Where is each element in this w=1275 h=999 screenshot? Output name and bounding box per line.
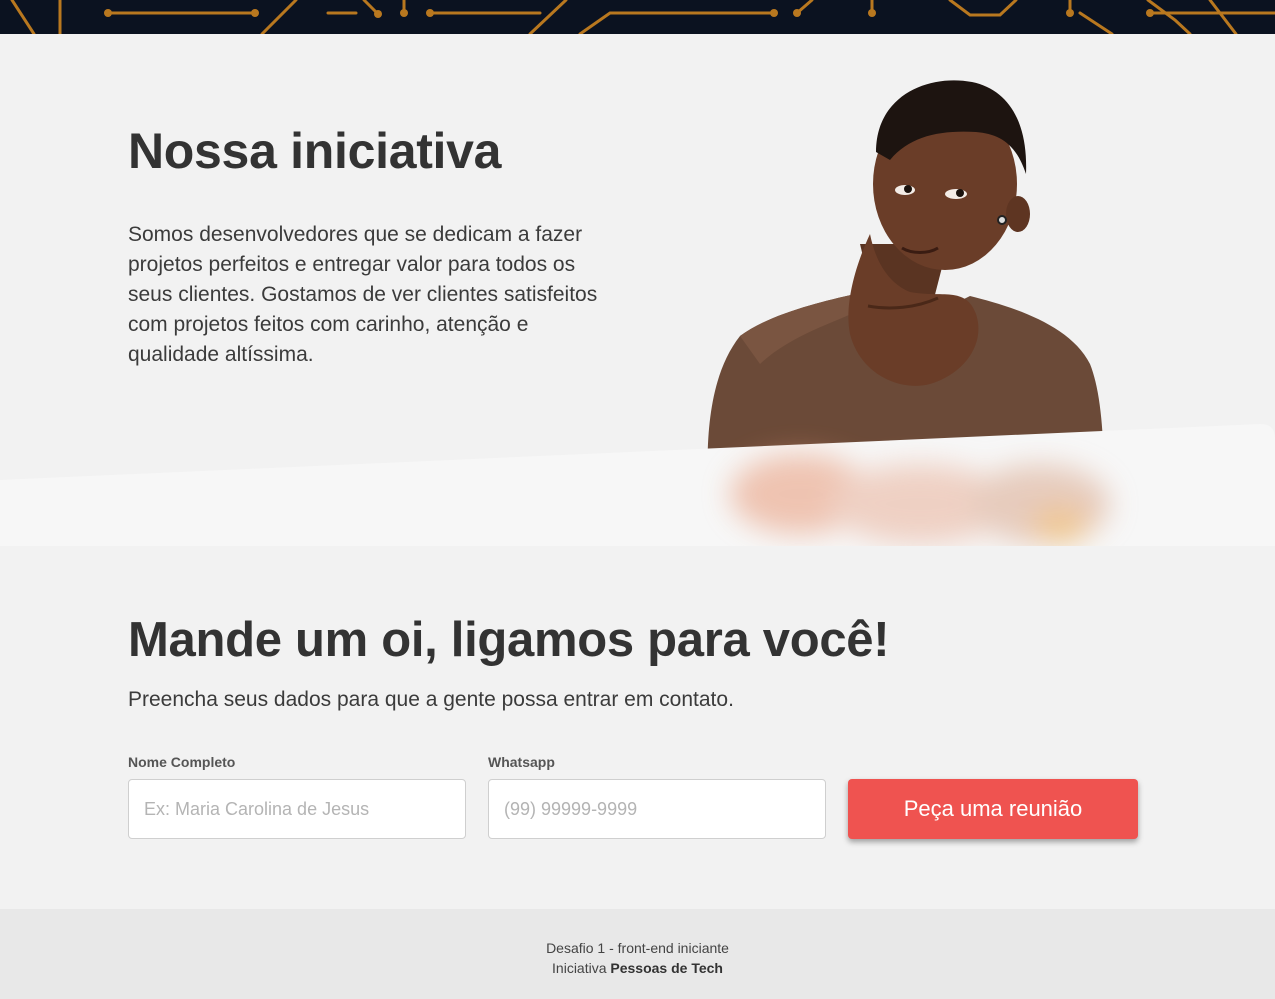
contact-subtitle: Preencha seus dados para que a gente pos… [128,688,734,711]
initiative-section: Nossa iniciativa Somos desenvolvedores q… [0,34,1275,546]
circuit-banner [0,0,1275,34]
whatsapp-input[interactable] [488,779,826,839]
footer-challenge-text: Desafio 1 - front-end iniciante [546,940,729,956]
circuit-pattern-icon [10,0,1275,34]
footer-initiative-text: Iniciativa Pessoas de Tech [0,960,1275,976]
request-meeting-button[interactable]: Peça uma reunião [848,779,1138,839]
initiative-description: Somos desenvolvedores que se dedicam a f… [128,223,598,366]
initiative-title: Nossa iniciativa [128,123,502,179]
name-input[interactable] [128,779,466,839]
contact-title: Mande um oi, ligamos para você! [128,613,890,667]
name-field-label: Nome Completo [128,754,236,770]
footer: Desafio 1 - front-end iniciante Iniciati… [0,909,1275,999]
footer-initiative-prefix: Iniciativa [552,960,611,976]
footer-initiative-name: Pessoas de Tech [610,960,723,976]
whatsapp-field-label: Whatsapp [488,754,555,770]
